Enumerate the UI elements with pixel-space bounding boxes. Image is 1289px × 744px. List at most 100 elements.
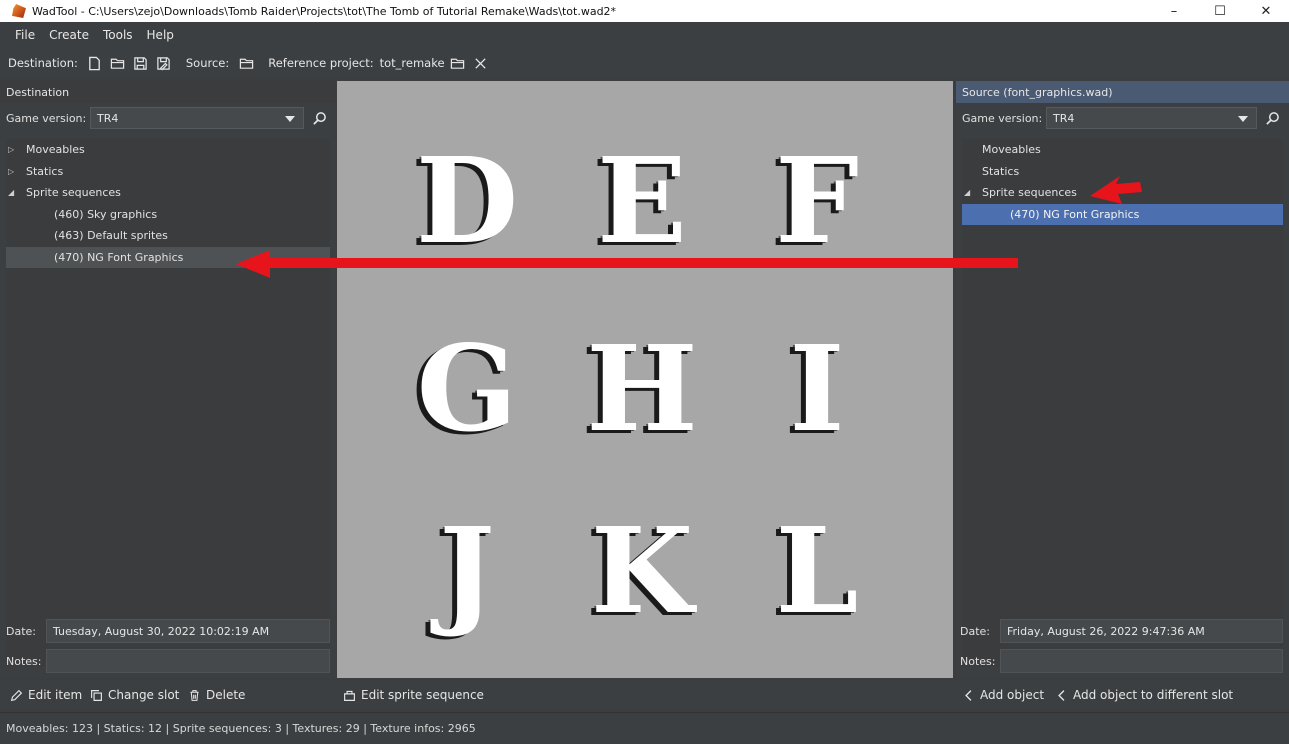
source-tree-item[interactable]: (470) NG Font Graphics xyxy=(962,203,1283,225)
expander-icon[interactable]: ▷ xyxy=(8,145,20,154)
destination-tree-item-label: (463) Default sprites xyxy=(54,229,168,243)
source-date-row: Date: Friday, August 26, 2022 9:47:36 AM xyxy=(960,619,1283,643)
destination-tree-item[interactable]: (470) NG Font Graphics xyxy=(6,246,330,268)
source-tree[interactable]: Moveables Statics ◢ Sprite sequences (470) N… xyxy=(962,139,1283,667)
source-tree-item-label: (470) NG Font Graphics xyxy=(1010,207,1140,221)
destination-tree[interactable]: ▷ Moveables ▷ Statics ◢ Sprite sequences (460)… xyxy=(6,139,330,667)
source-tree-item[interactable]: ◢ Sprite sequences xyxy=(962,182,1283,204)
change-slot-label: Change slot xyxy=(108,688,180,702)
window-title: WadTool - C:\Users\zejo\Downloads\Tomb R… xyxy=(32,4,617,18)
source-tree-item[interactable]: Moveables xyxy=(962,139,1283,161)
sprite-preview: DEF GHI JKL xyxy=(337,81,953,678)
destination-game-version-select[interactable]: TR4 xyxy=(90,107,304,129)
trash-icon xyxy=(190,689,199,701)
clear-reference-close-icon[interactable] xyxy=(470,52,492,74)
expander-icon[interactable]: ◢ xyxy=(8,188,20,197)
source-tree-item-label: Sprite sequences xyxy=(982,186,1077,200)
font-glyph: F xyxy=(775,131,859,270)
destination-tree-item[interactable]: (460) Sky graphics xyxy=(6,204,330,226)
source-game-version-value: TR4 xyxy=(1053,111,1075,125)
chevron-left-icon xyxy=(965,689,972,701)
destination-notes-row: Notes: xyxy=(6,649,330,673)
reference-project-label: Reference project: xyxy=(268,56,374,70)
menu-help[interactable]: Help xyxy=(140,28,181,42)
minimize-button[interactable]: – xyxy=(1151,0,1197,22)
edit-item-label: Edit item xyxy=(28,688,83,702)
save-icon[interactable] xyxy=(130,52,152,74)
font-glyph: J xyxy=(439,501,495,640)
pencil-icon xyxy=(10,689,23,701)
wadtool-app-icon xyxy=(12,4,26,18)
destination-toolbar-label: Destination: xyxy=(8,56,78,70)
menu-tools[interactable]: Tools xyxy=(96,28,140,42)
source-notes-field[interactable] xyxy=(1000,649,1283,673)
font-glyph: E xyxy=(597,131,687,270)
source-game-version-select[interactable]: TR4 xyxy=(1046,107,1257,129)
save-as-icon[interactable] xyxy=(153,52,175,74)
destination-tree-item-label: Statics xyxy=(26,164,64,178)
delete-button[interactable]: Delete xyxy=(188,680,245,710)
destination-game-version-value: TR4 xyxy=(97,111,119,125)
destination-notes-label: Notes: xyxy=(6,654,42,668)
edit-item-button[interactable]: Edit item xyxy=(10,680,82,710)
maximize-button[interactable]: ☐ xyxy=(1197,0,1243,22)
title-bar: WadTool - C:\Users\zejo\Downloads\Tomb R… xyxy=(0,0,1289,22)
source-tree-item-label: Moveables xyxy=(982,143,1041,157)
destination-tree-item[interactable]: ▷ Moveables xyxy=(6,139,330,161)
destination-tree-item[interactable]: ◢ Sprite sequences xyxy=(6,182,330,204)
font-glyph: H xyxy=(586,319,698,458)
open-source-folder-icon[interactable] xyxy=(235,52,257,74)
source-date-label: Date: xyxy=(960,624,990,638)
destination-tree-item-label: (460) Sky graphics xyxy=(54,207,158,221)
menu-create[interactable]: Create xyxy=(42,28,96,42)
destination-game-version-label: Game version: xyxy=(6,111,87,125)
expander-icon[interactable]: ▷ xyxy=(8,167,20,176)
destination-panel: Destination Game version: TR4 ▷ Moveables… xyxy=(0,81,336,678)
toolbar: Destination: Source: Reference project: … xyxy=(0,48,1289,78)
font-glyph: K xyxy=(590,501,694,640)
edit-sprite-sequence-button[interactable]: Edit sprite sequence xyxy=(343,680,484,710)
destination-date-field[interactable]: Tuesday, August 30, 2022 10:02:19 AM xyxy=(46,619,330,643)
destination-game-version-row: Game version: TR4 xyxy=(0,103,336,133)
new-file-icon[interactable] xyxy=(84,52,106,74)
destination-date-label: Date: xyxy=(6,624,36,638)
destination-date-row: Date: Tuesday, August 30, 2022 10:02:19 … xyxy=(6,619,330,643)
source-game-version-row: Game version: TR4 xyxy=(956,103,1289,133)
copy-icon xyxy=(91,689,102,701)
menu-bar: File Create Tools Help xyxy=(0,22,1289,48)
destination-tree-item-label: (470) NG Font Graphics xyxy=(54,250,184,264)
destination-header: Destination xyxy=(0,81,336,103)
source-header: Source (font_graphics.wad) xyxy=(956,81,1289,103)
destination-notes-field[interactable] xyxy=(46,649,330,673)
open-folder-icon[interactable] xyxy=(107,52,129,74)
add-object-label: Add object xyxy=(980,688,1045,702)
status-text: Moveables: 123 | Statics: 12 | Sprite se… xyxy=(6,722,476,735)
destination-tree-item[interactable]: ▷ Statics xyxy=(6,161,330,183)
menu-file[interactable]: File xyxy=(8,28,42,42)
close-window-button[interactable]: ✕ xyxy=(1243,0,1289,22)
destination-tree-item[interactable]: (463) Default sprites xyxy=(6,225,330,247)
chevron-down-icon xyxy=(1238,116,1248,122)
sprite-edit-icon xyxy=(344,690,355,701)
font-glyph: I xyxy=(789,319,845,458)
source-notes-label: Notes: xyxy=(960,654,996,668)
add-object-different-slot-button[interactable]: Add object to different slot xyxy=(1055,680,1233,710)
source-date-field[interactable]: Friday, August 26, 2022 9:47:36 AM xyxy=(1000,619,1283,643)
font-glyph: L xyxy=(775,501,859,640)
open-reference-folder-icon[interactable] xyxy=(447,52,469,74)
font-glyph: G xyxy=(416,319,518,458)
delete-label: Delete xyxy=(206,688,246,702)
source-notes-row: Notes: xyxy=(960,649,1283,673)
reference-project-value: tot_remake xyxy=(379,56,445,70)
change-slot-button[interactable]: Change slot xyxy=(90,680,179,710)
chevron-down-icon xyxy=(285,116,295,122)
expander-icon[interactable]: ◢ xyxy=(964,188,976,197)
add-object-button[interactable]: Add object xyxy=(962,680,1044,710)
source-search-icon[interactable] xyxy=(1261,107,1283,129)
source-tree-item-label: Statics xyxy=(982,164,1020,178)
destination-search-icon[interactable] xyxy=(308,107,330,129)
destination-tree-item-label: Moveables xyxy=(26,143,85,157)
source-tree-item[interactable]: Statics xyxy=(962,161,1283,183)
add-object-different-slot-label: Add object to different slot xyxy=(1073,688,1234,702)
source-panel: Source (font_graphics.wad) Game version:… xyxy=(956,81,1289,678)
